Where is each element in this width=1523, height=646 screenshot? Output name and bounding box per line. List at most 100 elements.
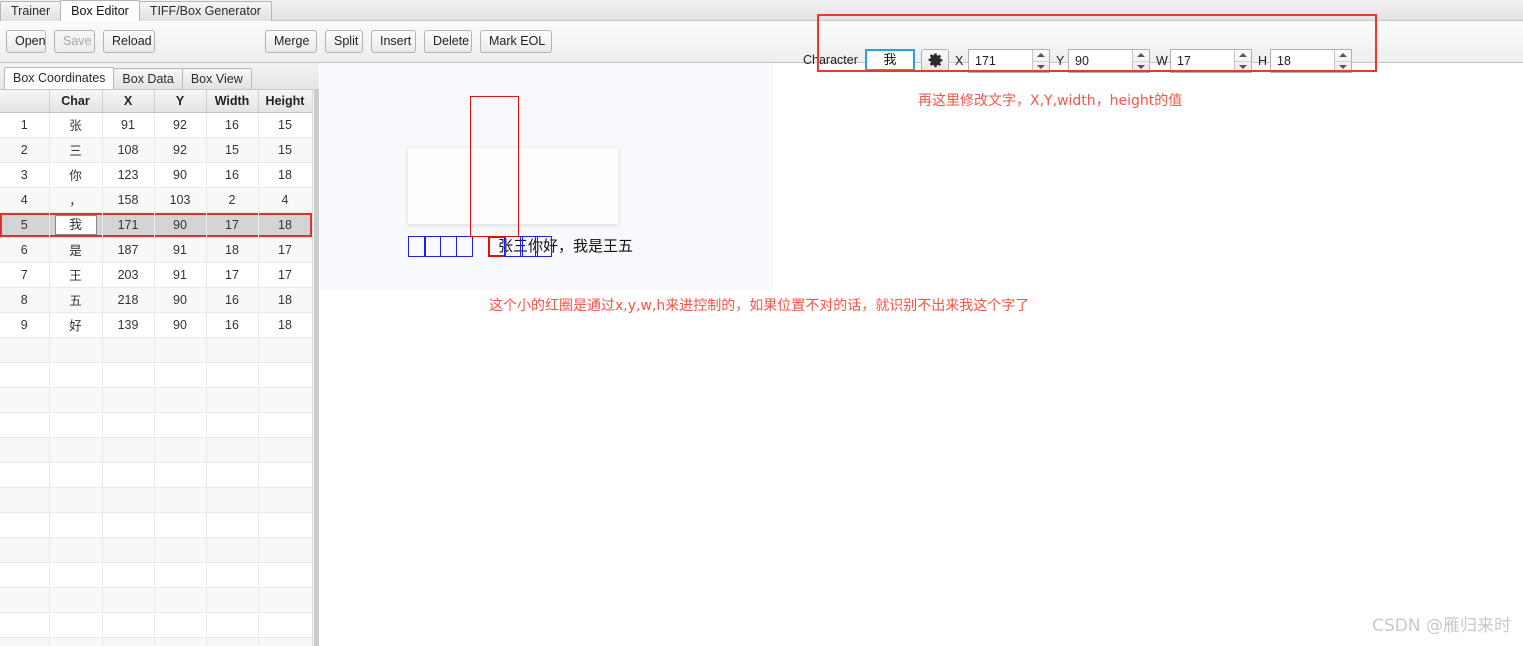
row-index[interactable]: 3 bbox=[0, 162, 50, 188]
x-stepper-up-icon[interactable] bbox=[1033, 50, 1049, 62]
row-height[interactable]: 17 bbox=[258, 262, 313, 288]
row-height[interactable]: 15 bbox=[258, 112, 313, 138]
merge-button[interactable]: Merge bbox=[265, 30, 317, 53]
h-stepper[interactable]: 18 bbox=[1270, 49, 1352, 73]
empty-cell[interactable] bbox=[49, 562, 103, 588]
empty-cell[interactable] bbox=[102, 612, 155, 638]
empty-cell[interactable] bbox=[258, 437, 313, 463]
row-index[interactable]: 9 bbox=[0, 312, 50, 338]
y-stepper-arrows[interactable] bbox=[1132, 50, 1149, 72]
table-row-empty[interactable] bbox=[0, 412, 313, 438]
empty-cell[interactable] bbox=[49, 437, 103, 463]
table-row[interactable]: 5 我 171 90 17 18 bbox=[0, 212, 313, 238]
empty-cell[interactable] bbox=[102, 337, 155, 363]
row-char[interactable]: 三 bbox=[49, 137, 103, 163]
empty-cell[interactable] bbox=[102, 412, 155, 438]
row-height[interactable]: 18 bbox=[258, 312, 313, 338]
empty-cell[interactable] bbox=[49, 512, 103, 538]
table-row-empty[interactable] bbox=[0, 612, 313, 638]
row-height[interactable]: 17 bbox=[258, 237, 313, 263]
empty-cell[interactable] bbox=[49, 487, 103, 513]
empty-cell[interactable] bbox=[0, 637, 50, 646]
empty-cell[interactable] bbox=[49, 387, 103, 413]
h-stepper-arrows[interactable] bbox=[1334, 50, 1351, 72]
table-col-header-0[interactable] bbox=[0, 90, 50, 113]
main-tab-2[interactable]: TIFF/Box Generator bbox=[138, 1, 272, 21]
reload-button[interactable]: Reload bbox=[103, 30, 155, 53]
empty-cell[interactable] bbox=[102, 637, 155, 646]
row-width[interactable]: 16 bbox=[206, 112, 259, 138]
main-tab-0[interactable]: Trainer bbox=[0, 1, 62, 21]
row-y[interactable]: 92 bbox=[154, 112, 207, 138]
table-vertical-scrollbar[interactable] bbox=[312, 90, 319, 646]
y-stepper-down-icon[interactable] bbox=[1133, 62, 1149, 73]
row-width[interactable]: 15 bbox=[206, 137, 259, 163]
empty-cell[interactable] bbox=[49, 587, 103, 613]
empty-cell[interactable] bbox=[154, 637, 207, 646]
row-y[interactable]: 90 bbox=[154, 212, 207, 238]
empty-cell[interactable] bbox=[0, 412, 50, 438]
table-row-empty[interactable] bbox=[0, 437, 313, 463]
row-x[interactable]: 91 bbox=[102, 112, 155, 138]
empty-cell[interactable] bbox=[0, 612, 50, 638]
row-x[interactable]: 187 bbox=[102, 237, 155, 263]
empty-cell[interactable] bbox=[206, 537, 259, 563]
empty-cell[interactable] bbox=[206, 437, 259, 463]
row-char[interactable]: 是 bbox=[49, 237, 103, 263]
row-x[interactable]: 171 bbox=[102, 212, 155, 238]
delete-button[interactable]: Delete bbox=[424, 30, 472, 53]
empty-cell[interactable] bbox=[0, 387, 50, 413]
empty-cell[interactable] bbox=[0, 462, 50, 488]
row-width[interactable]: 17 bbox=[206, 262, 259, 288]
row-index[interactable]: 1 bbox=[0, 112, 50, 138]
empty-cell[interactable] bbox=[154, 487, 207, 513]
row-height[interactable]: 18 bbox=[258, 162, 313, 188]
row-index[interactable]: 6 bbox=[0, 237, 50, 263]
empty-cell[interactable] bbox=[0, 537, 50, 563]
row-width[interactable]: 17 bbox=[206, 212, 259, 238]
table-row[interactable]: 4， 158 103 2 4 bbox=[0, 187, 313, 213]
empty-cell[interactable] bbox=[258, 537, 313, 563]
row-char[interactable]: ， bbox=[49, 187, 103, 213]
row-char[interactable]: 张 bbox=[49, 112, 103, 138]
empty-cell[interactable] bbox=[258, 337, 313, 363]
empty-cell[interactable] bbox=[154, 337, 207, 363]
empty-cell[interactable] bbox=[102, 462, 155, 488]
h-stepper-down-icon[interactable] bbox=[1335, 62, 1351, 73]
y-stepper-up-icon[interactable] bbox=[1133, 50, 1149, 62]
empty-cell[interactable] bbox=[102, 512, 155, 538]
row-y[interactable]: 90 bbox=[154, 312, 207, 338]
table-col-header-1[interactable]: Char bbox=[49, 90, 103, 113]
row-index[interactable]: 7 bbox=[0, 262, 50, 288]
empty-cell[interactable] bbox=[102, 437, 155, 463]
empty-cell[interactable] bbox=[0, 562, 50, 588]
w-stepper[interactable]: 17 bbox=[1170, 49, 1252, 73]
empty-cell[interactable] bbox=[49, 362, 103, 388]
table-col-header-4[interactable]: Width bbox=[206, 90, 259, 113]
empty-cell[interactable] bbox=[102, 587, 155, 613]
w-stepper-arrows[interactable] bbox=[1234, 50, 1251, 72]
empty-cell[interactable] bbox=[206, 637, 259, 646]
open-button[interactable]: Open bbox=[6, 30, 46, 53]
row-width[interactable]: 18 bbox=[206, 237, 259, 263]
table-col-header-2[interactable]: X bbox=[102, 90, 155, 113]
empty-cell[interactable] bbox=[206, 562, 259, 588]
empty-cell[interactable] bbox=[258, 512, 313, 538]
empty-cell[interactable] bbox=[154, 562, 207, 588]
empty-cell[interactable] bbox=[102, 387, 155, 413]
table-row-empty[interactable] bbox=[0, 587, 313, 613]
table-row-empty[interactable] bbox=[0, 362, 313, 388]
empty-cell[interactable] bbox=[206, 587, 259, 613]
empty-cell[interactable] bbox=[102, 487, 155, 513]
empty-cell[interactable] bbox=[49, 612, 103, 638]
empty-cell[interactable] bbox=[154, 362, 207, 388]
empty-cell[interactable] bbox=[206, 337, 259, 363]
empty-cell[interactable] bbox=[258, 637, 313, 646]
insert-button[interactable]: Insert bbox=[371, 30, 416, 53]
x-value[interactable]: 171 bbox=[969, 50, 1032, 72]
empty-cell[interactable] bbox=[154, 537, 207, 563]
row-width[interactable]: 2 bbox=[206, 187, 259, 213]
empty-cell[interactable] bbox=[154, 462, 207, 488]
table-row[interactable]: 1 张 91 92 16 15 bbox=[0, 112, 313, 138]
row-height[interactable]: 15 bbox=[258, 137, 313, 163]
